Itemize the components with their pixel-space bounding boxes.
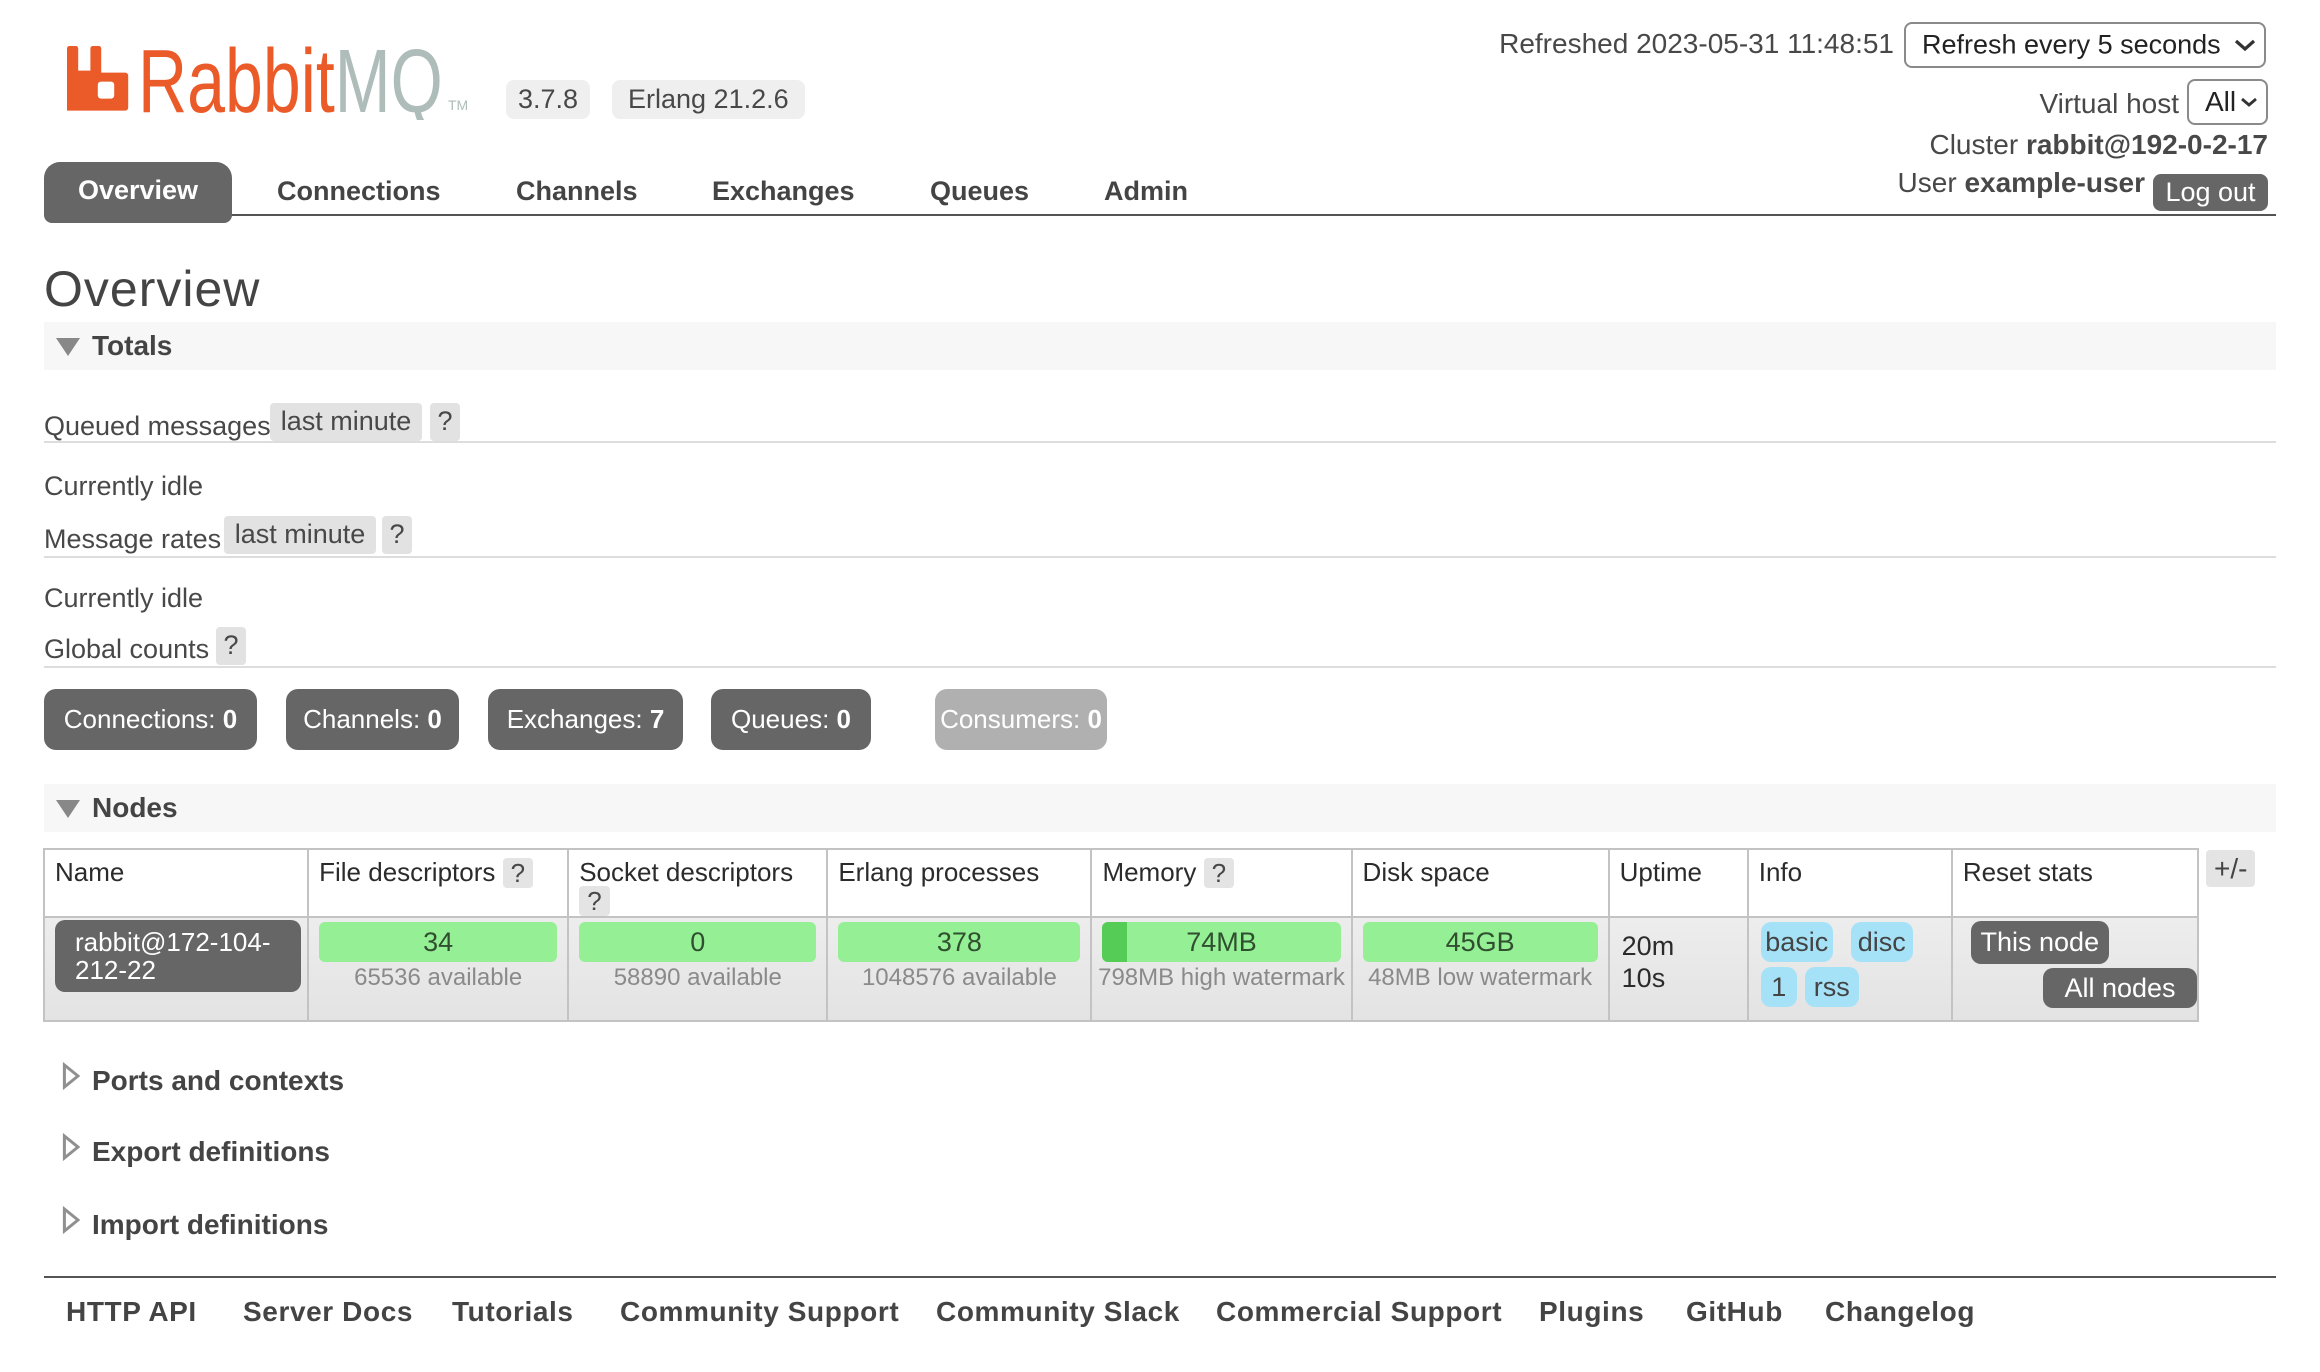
svg-text:Rabbit: Rabbit: [138, 44, 335, 120]
svg-text:TM: TM: [448, 97, 468, 113]
svg-text:MQ: MQ: [335, 44, 443, 120]
